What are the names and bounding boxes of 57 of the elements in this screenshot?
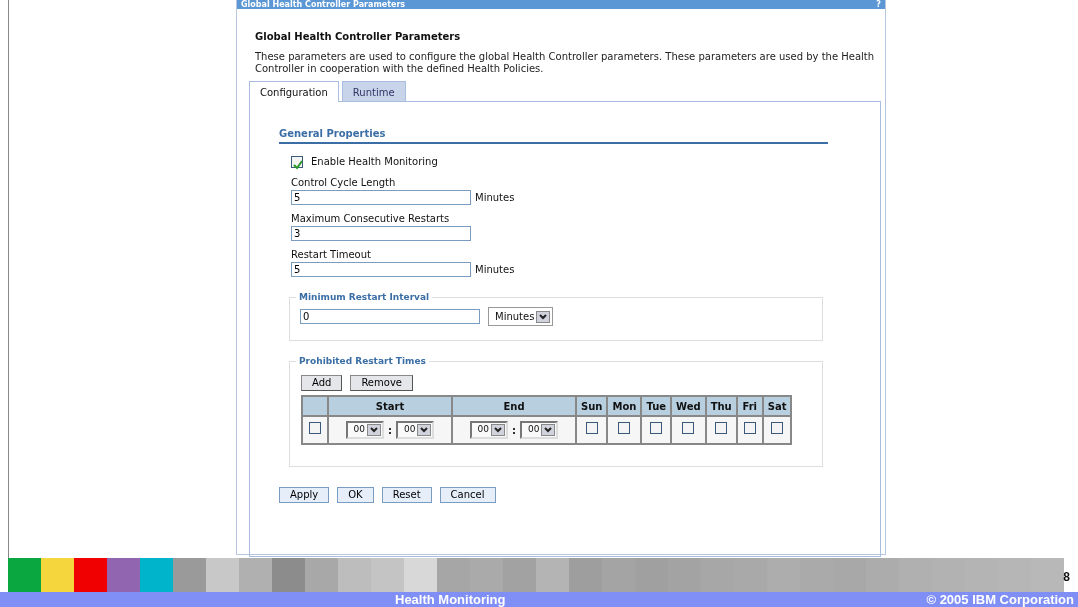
time-dropdown[interactable]: 00: [345, 421, 384, 439]
fieldset-title: Minimum Restart Interval: [296, 291, 433, 303]
unit-label: Minutes: [475, 191, 515, 205]
column-header: Start: [328, 396, 452, 416]
checkbox-label: Enable Health Monitoring: [311, 155, 438, 169]
checkbox[interactable]: [715, 422, 728, 434]
column-header: Tue: [641, 396, 672, 416]
fieldset-title: Prohibited Restart Times: [296, 355, 429, 367]
page-heading: Global Health Controller Parameters: [255, 30, 462, 44]
checkbox[interactable]: [682, 422, 695, 434]
unit-label: Minutes: [475, 263, 515, 277]
field-label: Control Cycle Length: [291, 176, 397, 190]
form-button[interactable]: Reset: [381, 487, 432, 503]
chevron-down-icon: [541, 424, 556, 436]
action-button[interactable]: Remove: [350, 375, 413, 391]
unit-dropdown[interactable]: Minutes: [488, 307, 554, 326]
input-field[interactable]: 5: [291, 190, 471, 205]
time-separator: :: [388, 423, 392, 438]
chevron-down-icon: [491, 424, 505, 436]
form-button[interactable]: OK: [337, 487, 374, 503]
column-header: Sun: [576, 396, 608, 416]
checkbox[interactable]: [650, 422, 663, 434]
checkbox[interactable]: [771, 422, 784, 434]
column-header: Sat: [762, 396, 792, 416]
footer-title: Health Monitoring: [395, 592, 506, 607]
field-label: Restart Timeout: [291, 248, 372, 262]
column-header: Wed: [671, 396, 706, 416]
column-header: End: [452, 396, 576, 416]
checkbox[interactable]: [585, 422, 598, 434]
time-separator: :: [512, 423, 516, 438]
chevron-down-icon: [417, 424, 432, 436]
checkbox[interactable]: [618, 422, 631, 434]
time-dropdown[interactable]: 00: [396, 421, 435, 439]
column-header: Thu: [705, 396, 737, 416]
chevron-down-icon: [367, 424, 381, 436]
action-button[interactable]: Add: [301, 375, 343, 391]
tab[interactable]: Configuration: [249, 81, 339, 102]
column-header: Fri: [736, 396, 763, 416]
input-field[interactable]: 0: [300, 309, 480, 324]
chevron-down-icon: [536, 310, 551, 323]
field-label: Maximum Consecutive Restarts: [291, 212, 451, 226]
column-header: Mon: [607, 396, 642, 416]
copyright-text: © 2005 IBM Corporation: [926, 592, 1074, 607]
section-title: General Properties: [279, 126, 828, 144]
checkbox[interactable]: [743, 422, 756, 434]
input-field[interactable]: 3: [291, 226, 471, 241]
checkbox[interactable]: [291, 155, 303, 168]
description-text: These parameters are used to configure the global Health Controller parameters. These parameters are used by the Health Controller in cooperation with the defined Health Policies.: [255, 51, 875, 75]
time-dropdown[interactable]: 00: [469, 421, 508, 439]
window-title: Global Health Controller Parameters: [241, 0, 406, 9]
input-field[interactable]: 5: [291, 262, 471, 277]
checkbox[interactable]: [309, 422, 321, 434]
form-button[interactable]: Apply: [279, 487, 330, 503]
time-dropdown[interactable]: 00: [520, 421, 559, 439]
tab[interactable]: Runtime: [341, 81, 406, 101]
form-button[interactable]: Cancel: [439, 487, 496, 503]
page-number: 8: [1063, 569, 1070, 586]
